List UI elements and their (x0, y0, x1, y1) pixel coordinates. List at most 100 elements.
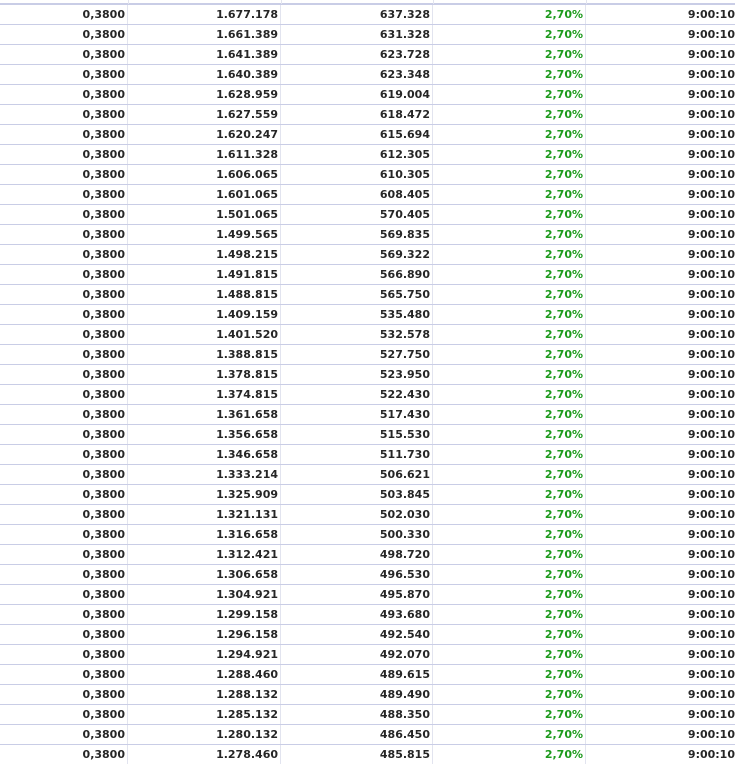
table-row[interactable]: 0,3800 1.611.328 612.305 2,70% 9:00:10 (0, 144, 735, 164)
total-cell: 1.640.389 (128, 65, 281, 84)
total-cell: 1.606.065 (128, 165, 281, 184)
percent-cell: 2,70% (433, 525, 586, 544)
total-cell: 1.356.658 (128, 425, 281, 444)
time-cell: 9:00:10 (687, 448, 735, 461)
table-row[interactable]: 0,3800 1.601.065 608.405 2,70% 9:00:10 (0, 184, 735, 204)
table-row[interactable]: 0,3800 1.501.065 570.405 2,70% 9:00:10 (0, 204, 735, 224)
time-cell: 9:00:10 (687, 408, 735, 421)
table-row[interactable]: 0,3800 1.488.815 565.750 2,70% 9:00:10 (0, 284, 735, 304)
table-row[interactable]: 0,3800 1.627.559 618.472 2,70% 9:00:10 (0, 104, 735, 124)
table-row[interactable]: 0,3800 1.641.389 623.728 2,70% 9:00:10 (0, 44, 735, 64)
total-cell: 1.641.389 (128, 45, 281, 64)
price-cell: 0,3800 (0, 65, 128, 84)
table-row[interactable]: 0,3800 1.306.658 496.530 2,70% 9:00:10 (0, 564, 735, 584)
price-cell: 0,3800 (0, 25, 128, 44)
table-row[interactable]: 0,3800 1.491.815 566.890 2,70% 9:00:10 (0, 264, 735, 284)
table-row[interactable]: 0,3800 1.401.520 532.578 2,70% 9:00:10 (0, 324, 735, 344)
price-cell: 0,3800 (0, 585, 128, 604)
table-row[interactable]: 0,3800 1.409.159 535.480 2,70% 9:00:10 (0, 304, 735, 324)
amount-cell: 618.472 (281, 105, 433, 124)
total-cell: 1.312.421 (128, 545, 281, 564)
total-cell: 1.285.132 (128, 705, 281, 724)
table-row[interactable]: 0,3800 1.378.815 523.950 2,70% 9:00:10 (0, 364, 735, 384)
total-cell: 1.288.460 (128, 665, 281, 684)
price-cell: 0,3800 (0, 685, 128, 704)
percent-cell: 2,70% (433, 745, 586, 764)
time-cell: 9:00:10 (687, 328, 735, 341)
table-row[interactable]: 0,3800 1.640.389 623.348 2,70% 9:00:10 (0, 64, 735, 84)
table-row[interactable]: 0,3800 1.312.421 498.720 2,70% 9:00:10 (0, 544, 735, 564)
time-cell: 9:00:10 (687, 88, 735, 101)
price-cell: 0,3800 (0, 125, 128, 144)
table-row[interactable]: 0,3800 1.285.132 488.350 2,70% 9:00:10 (0, 704, 735, 724)
table-row[interactable]: 0,3800 1.361.658 517.430 2,70% 9:00:10 (0, 404, 735, 424)
time-cell: 9:00:10 (687, 248, 735, 261)
amount-cell: 495.870 (281, 585, 433, 604)
price-cell: 0,3800 (0, 485, 128, 504)
total-cell: 1.361.658 (128, 405, 281, 424)
price-cell: 0,3800 (0, 385, 128, 404)
percent-cell: 2,70% (433, 685, 586, 704)
percent-cell: 2,70% (433, 365, 586, 384)
percent-cell: 2,70% (433, 565, 586, 584)
percent-cell: 2,70% (433, 85, 586, 104)
amount-cell: 498.720 (281, 545, 433, 564)
table-row[interactable]: 0,3800 1.499.565 569.835 2,70% 9:00:10 (0, 224, 735, 244)
total-cell: 1.501.065 (128, 205, 281, 224)
table-row[interactable]: 0,3800 1.333.214 506.621 2,70% 9:00:10 (0, 464, 735, 484)
price-cell: 0,3800 (0, 545, 128, 564)
price-cell: 0,3800 (0, 165, 128, 184)
price-cell: 0,3800 (0, 245, 128, 264)
time-cell: 9:00:10 (687, 168, 735, 181)
table-row[interactable]: 0,3800 1.620.247 615.694 2,70% 9:00:10 (0, 124, 735, 144)
table-row[interactable]: 0,3800 1.374.815 522.430 2,70% 9:00:10 (0, 384, 735, 404)
total-cell: 1.601.065 (128, 185, 281, 204)
table-row[interactable]: 0,3800 1.677.178 637.328 2,70% 9:00:10 (0, 4, 735, 24)
table-row[interactable]: 0,3800 1.278.460 485.815 2,70% 9:00:10 (0, 744, 735, 764)
trades-table: 0,3800 1.677.178 637.328 2,70% 9:00:10 0,3800… (0, 4, 735, 764)
percent-cell: 2,70% (433, 585, 586, 604)
amount-cell: 623.348 (281, 65, 433, 84)
table-row[interactable]: 0,3800 1.321.131 502.030 2,70% 9:00:10 (0, 504, 735, 524)
amount-cell: 493.680 (281, 605, 433, 624)
table-row[interactable]: 0,3800 1.498.215 569.322 2,70% 9:00:10 (0, 244, 735, 264)
table-row[interactable]: 0,3800 1.296.158 492.540 2,70% 9:00:10 (0, 624, 735, 644)
table-row[interactable]: 0,3800 1.288.132 489.490 2,70% 9:00:10 (0, 684, 735, 704)
amount-cell: 496.530 (281, 565, 433, 584)
table-row[interactable]: 0,3800 1.346.658 511.730 2,70% 9:00:10 (0, 444, 735, 464)
table-row[interactable]: 0,3800 1.304.921 495.870 2,70% 9:00:10 (0, 584, 735, 604)
total-cell: 1.288.132 (128, 685, 281, 704)
time-cell: 9:00:10 (687, 568, 735, 581)
total-cell: 1.325.909 (128, 485, 281, 504)
table-row[interactable]: 0,3800 1.294.921 492.070 2,70% 9:00:10 (0, 644, 735, 664)
table-row[interactable]: 0,3800 1.288.460 489.615 2,70% 9:00:10 (0, 664, 735, 684)
amount-cell: 523.950 (281, 365, 433, 384)
table-row[interactable]: 0,3800 1.316.658 500.330 2,70% 9:00:10 (0, 524, 735, 544)
total-cell: 1.316.658 (128, 525, 281, 544)
table-row[interactable]: 0,3800 1.325.909 503.845 2,70% 9:00:10 (0, 484, 735, 504)
price-cell: 0,3800 (0, 405, 128, 424)
table-row[interactable]: 0,3800 1.280.132 486.450 2,70% 9:00:10 (0, 724, 735, 744)
amount-cell: 566.890 (281, 265, 433, 284)
price-cell: 0,3800 (0, 565, 128, 584)
table-row[interactable]: 0,3800 1.356.658 515.530 2,70% 9:00:10 (0, 424, 735, 444)
table-row[interactable]: 0,3800 1.628.959 619.004 2,70% 9:00:10 (0, 84, 735, 104)
price-cell: 0,3800 (0, 725, 128, 744)
time-cell: 9:00:10 (687, 148, 735, 161)
price-cell: 0,3800 (0, 265, 128, 284)
percent-cell: 2,70% (433, 205, 586, 224)
amount-cell: 623.728 (281, 45, 433, 64)
table-row[interactable]: 0,3800 1.388.815 527.750 2,70% 9:00:10 (0, 344, 735, 364)
total-cell: 1.374.815 (128, 385, 281, 404)
table-row[interactable]: 0,3800 1.299.158 493.680 2,70% 9:00:10 (0, 604, 735, 624)
price-cell: 0,3800 (0, 425, 128, 444)
percent-cell: 2,70% (433, 305, 586, 324)
percent-cell: 2,70% (433, 185, 586, 204)
amount-cell: 488.350 (281, 705, 433, 724)
amount-cell: 486.450 (281, 725, 433, 744)
percent-cell: 2,70% (433, 165, 586, 184)
table-row[interactable]: 0,3800 1.661.389 631.328 2,70% 9:00:10 (0, 24, 735, 44)
percent-cell: 2,70% (433, 45, 586, 64)
table-row[interactable]: 0,3800 1.606.065 610.305 2,70% 9:00:10 (0, 164, 735, 184)
amount-cell: 535.480 (281, 305, 433, 324)
